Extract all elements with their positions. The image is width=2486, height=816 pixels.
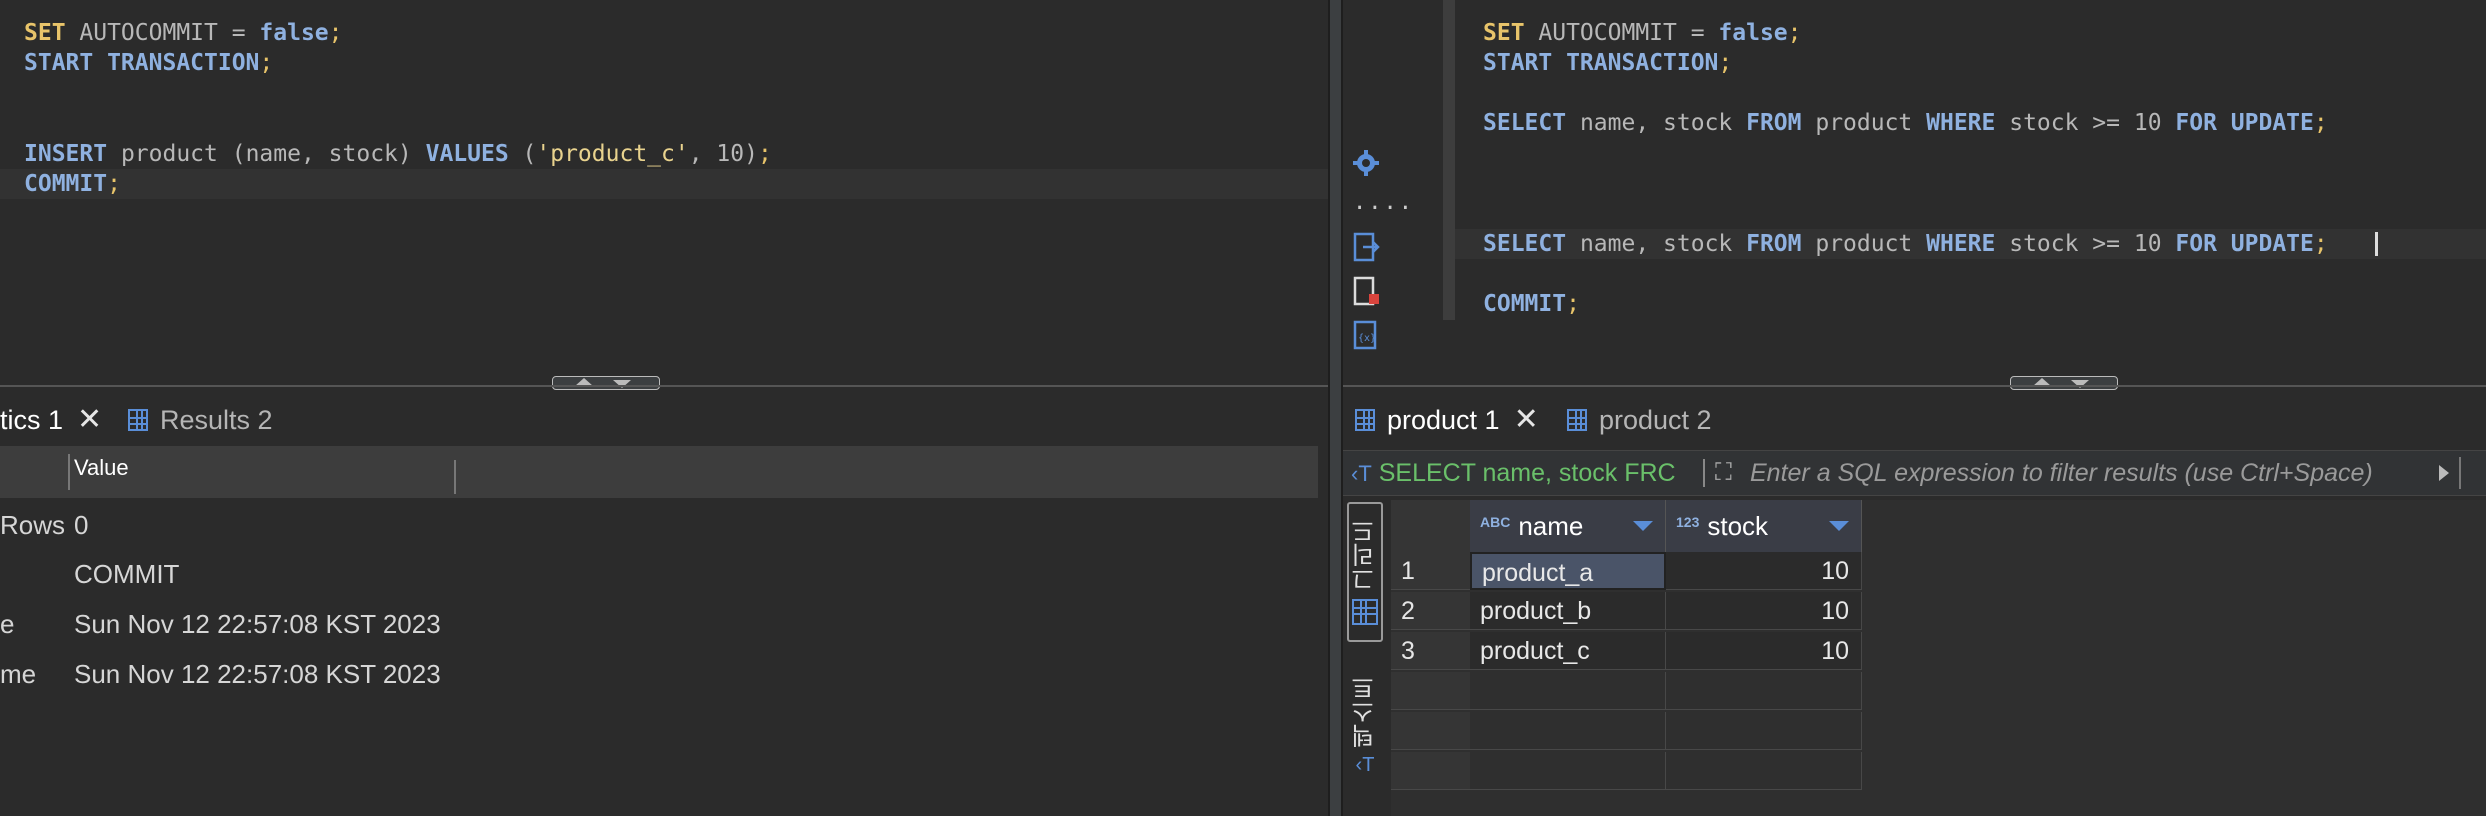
code-line: SET AUTOCOMMIT = false;	[24, 20, 343, 46]
left-sql-editor[interactable]: SET AUTOCOMMIT = false; START TRANSACTIO…	[0, 0, 1328, 383]
stat-value: 0	[74, 510, 89, 540]
tab-label: 그리드	[1351, 519, 1379, 591]
column-header-stock[interactable]: 123 stock	[1666, 500, 1862, 552]
column-label: name	[1518, 510, 1584, 541]
tab-statistics-1[interactable]: tics 1 ✕	[0, 398, 102, 442]
sql-text-icon: ‹T	[1351, 461, 1372, 486]
cell-name[interactable]	[1470, 752, 1666, 790]
script-error-icon[interactable]	[1351, 276, 1381, 306]
execute-script-icon[interactable]	[1351, 232, 1381, 262]
tab-label: 텍스트	[1351, 675, 1379, 748]
cell-stock[interactable]	[1666, 752, 1862, 790]
right-sql-editor[interactable]: SET AUTOCOMMIT = false; START TRANSACTIO…	[1343, 0, 2486, 383]
type-badge: 123	[1676, 514, 1700, 530]
cell-stock[interactable]: 10	[1666, 632, 1862, 670]
right-editor-pane: SET AUTOCOMMIT = false; START TRANSACTIO…	[1343, 0, 2486, 816]
column-header-name[interactable]: ABC name	[1470, 500, 1666, 552]
left-editor-pane: SET AUTOCOMMIT = false; START TRANSACTIO…	[0, 0, 1328, 816]
tab-product-1[interactable]: product 1 ✕	[1355, 398, 1539, 442]
grid-icon	[1355, 409, 1375, 431]
expand-icon[interactable]: ⛶	[1715, 459, 1732, 487]
code-line: SELECT name, stock FROM product WHERE st…	[1483, 231, 2328, 257]
close-icon[interactable]: ✕	[1514, 405, 1539, 435]
editor-gutter	[1443, 0, 1455, 320]
row-number[interactable]	[1391, 712, 1470, 750]
tab-label: tics 1	[0, 404, 64, 435]
stats-table-header: Value	[0, 446, 1318, 498]
cell-name[interactable]: product_a	[1470, 552, 1666, 590]
gear-icon[interactable]	[1351, 148, 1381, 178]
text-cursor	[2375, 232, 2378, 256]
close-icon[interactable]: ✕	[77, 405, 102, 435]
cell-name[interactable]: product_b	[1470, 592, 1666, 630]
divider	[1343, 385, 2486, 387]
row-number[interactable]: 3	[1391, 632, 1470, 670]
grid-icon	[1567, 409, 1587, 431]
row-number[interactable]	[1391, 672, 1470, 710]
row-number[interactable]: 2	[1391, 592, 1470, 630]
grid-icon	[1352, 599, 1378, 625]
cell-name[interactable]: product_c	[1470, 632, 1666, 670]
panel-collapse-handle[interactable]	[552, 376, 660, 390]
tab-label: product 2	[1599, 404, 1712, 435]
filter-input[interactable]: Enter a SQL expression to filter results…	[1750, 451, 2373, 495]
sort-icon[interactable]	[1633, 521, 1653, 531]
editor-toolbar: ···· {x}	[1343, 0, 1431, 383]
panel-collapse-handle[interactable]	[2010, 376, 2118, 390]
column-label: stock	[1707, 510, 1769, 541]
divider	[0, 385, 1328, 387]
results-tabbar: product 1 ✕ product 2	[1343, 398, 2486, 442]
code-line: COMMIT;	[24, 171, 121, 197]
vertical-splitter[interactable]	[1328, 0, 1343, 816]
stat-name: e	[0, 609, 15, 639]
text-view-icon: ‹T	[1355, 753, 1375, 776]
cell-name[interactable]	[1470, 672, 1666, 710]
stat-value: COMMIT	[74, 559, 180, 589]
code-line: INSERT product (name, stock) VALUES ('pr…	[24, 141, 772, 167]
variables-icon[interactable]: {x}	[1351, 320, 1381, 350]
view-mode-tabs: 그리드 텍스트 ‹T	[1343, 500, 1391, 816]
column-header-value[interactable]: Value	[74, 446, 129, 498]
code-line: SET AUTOCOMMIT = false;	[1483, 20, 1802, 46]
tab-label: Results 2	[160, 404, 273, 435]
current-line-highlight	[0, 169, 1328, 199]
results-tabbar: tics 1 ✕ Results 2	[0, 398, 1328, 442]
more-icon[interactable]: ····	[1353, 196, 1414, 221]
code-line: START TRANSACTION;	[24, 50, 274, 76]
cell-stock[interactable]: 10	[1666, 552, 1862, 590]
apply-filter-icon[interactable]	[2439, 465, 2449, 481]
tab-grid-view[interactable]: 그리드	[1347, 502, 1383, 642]
row-number[interactable]: 1	[1391, 552, 1470, 590]
cell-stock[interactable]	[1666, 672, 1862, 710]
code-line: START TRANSACTION;	[1483, 50, 1733, 76]
stat-value: Sun Nov 12 22:57:08 KST 2023	[74, 609, 441, 639]
row-number[interactable]	[1391, 752, 1470, 790]
filter-bar: ‹T SELECT name, stock FRC ⛶ Enter a SQL …	[1343, 450, 2486, 496]
tab-text-view[interactable]: 텍스트 ‹T	[1347, 666, 1383, 786]
tab-product-2[interactable]: product 2	[1567, 398, 1712, 442]
stat-name: Rows	[0, 510, 66, 540]
results-grid: ABC name 123 stock 1 product_a 10 2 product_…	[1391, 500, 2486, 816]
type-badge: ABC	[1480, 514, 1511, 530]
tab-label: product 1	[1387, 404, 1500, 435]
code-line: SELECT name, stock FROM product WHERE st…	[1483, 110, 2328, 136]
cell-stock[interactable]	[1666, 712, 1862, 750]
stat-value: Sun Nov 12 22:57:08 KST 2023	[74, 659, 441, 689]
sort-icon[interactable]	[1829, 521, 1849, 531]
query-text[interactable]: ‹T SELECT name, stock FRC	[1351, 451, 1676, 495]
stat-name: me	[0, 659, 37, 689]
svg-text:{x}: {x}	[1358, 333, 1376, 344]
cell-name[interactable]	[1470, 712, 1666, 750]
grid-corner	[1391, 500, 1470, 553]
code-line: COMMIT;	[1483, 291, 1580, 317]
cell-stock[interactable]: 10	[1666, 592, 1862, 630]
tab-results-2[interactable]: Results 2	[128, 398, 273, 442]
grid-icon	[128, 409, 148, 431]
